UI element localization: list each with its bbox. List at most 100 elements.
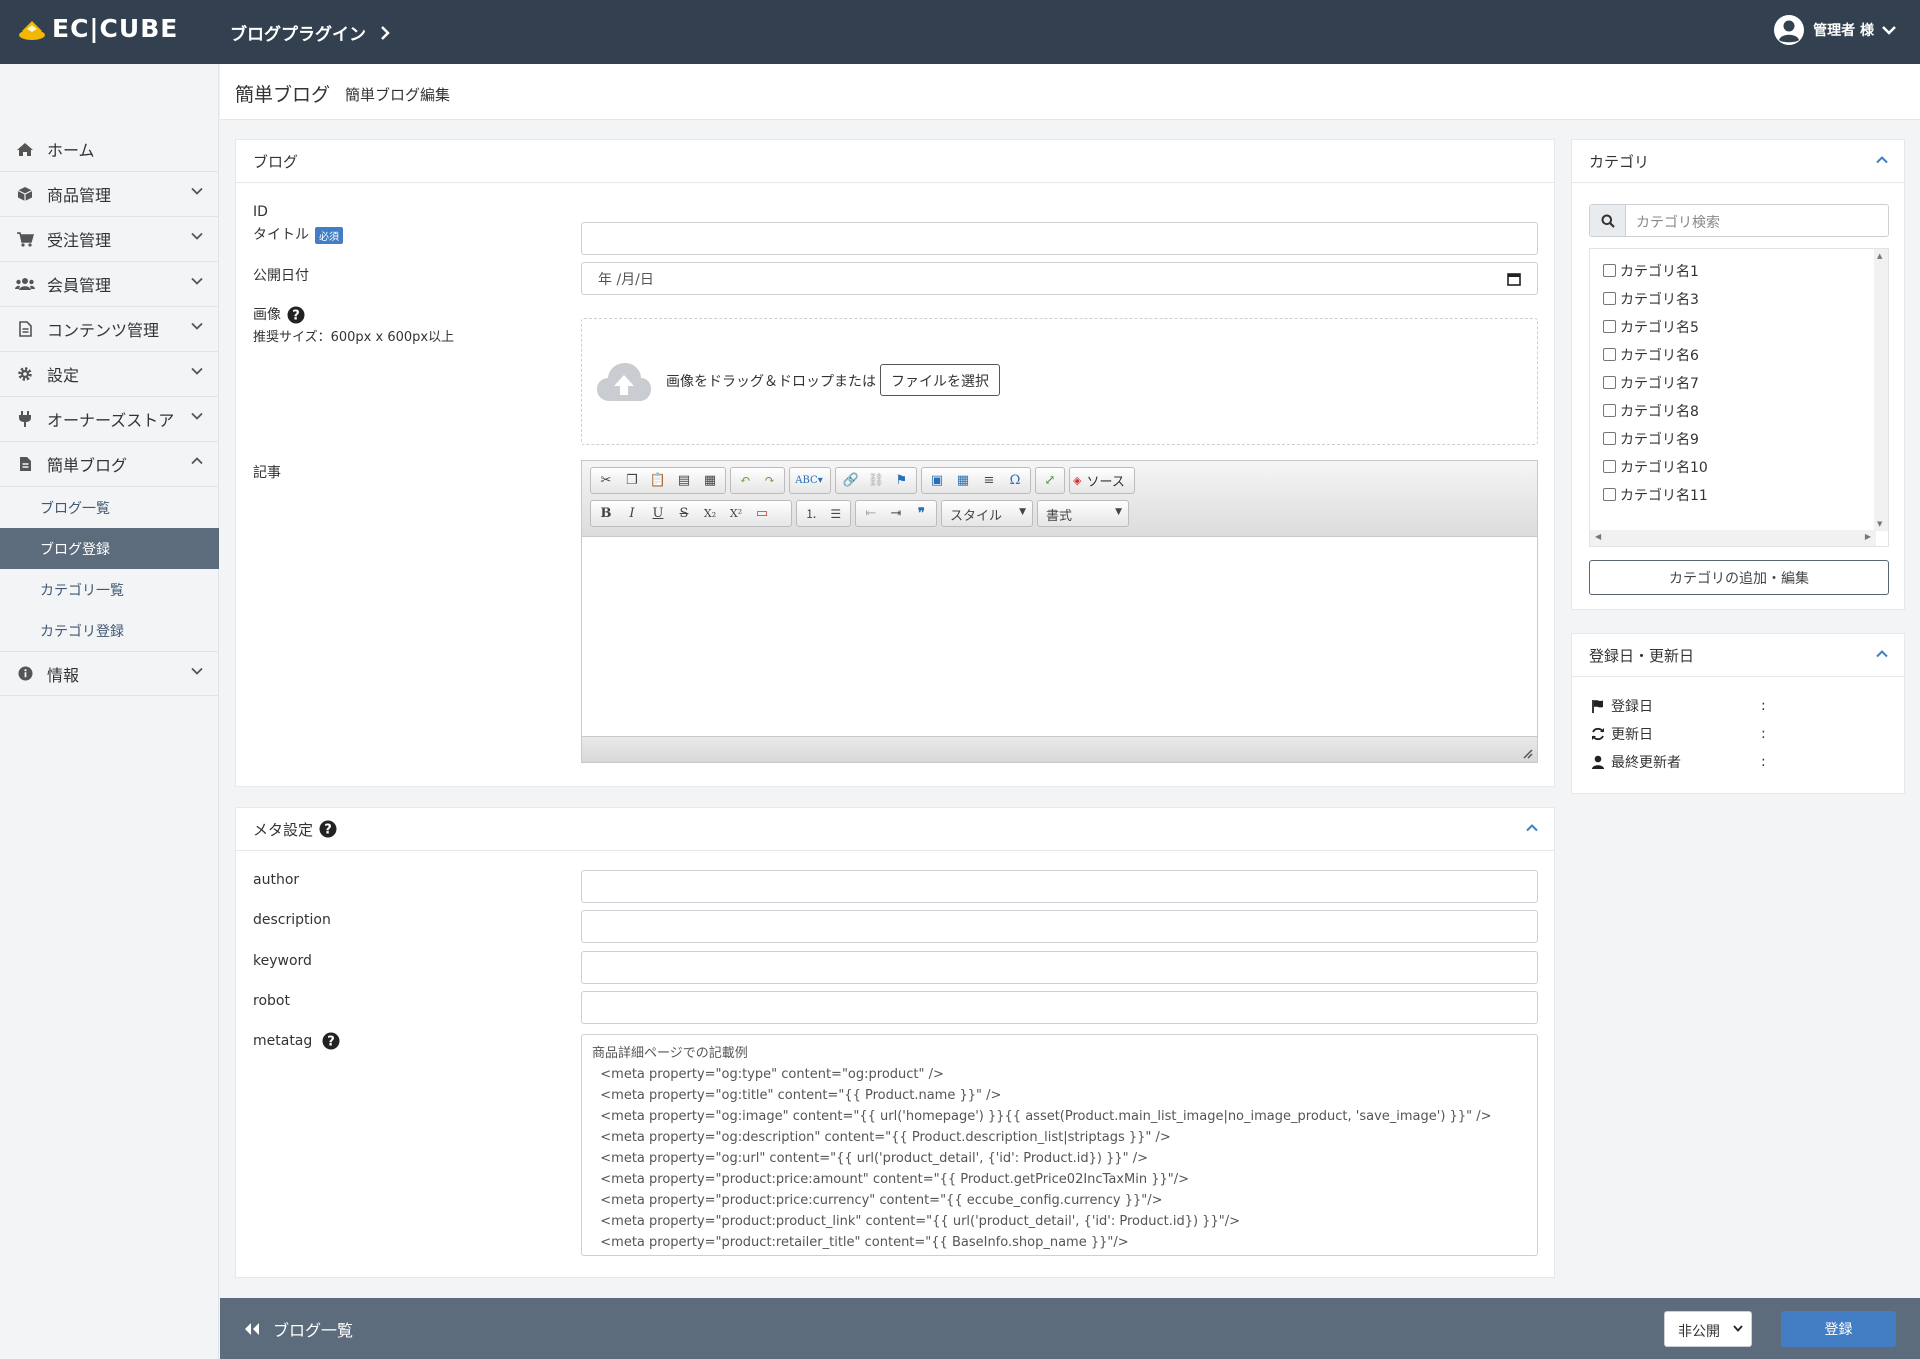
- author-input[interactable]: [581, 870, 1538, 903]
- blockquote-icon[interactable]: ❞: [910, 503, 933, 525]
- required-badge: 必須: [315, 226, 343, 244]
- category-item[interactable]: カテゴリ名7: [1603, 369, 1708, 397]
- calendar-icon[interactable]: [1507, 272, 1521, 286]
- table-icon[interactable]: ▦: [951, 470, 975, 492]
- category-checkbox[interactable]: [1603, 319, 1616, 333]
- scroll-down-icon[interactable]: ▼: [1877, 520, 1882, 528]
- category-checkbox[interactable]: [1603, 459, 1616, 473]
- superscript-icon[interactable]: X²: [724, 503, 748, 525]
- sidebar-subitem-blog-register[interactable]: ブログ登録: [0, 528, 219, 569]
- back-to-blog-list[interactable]: ブログ一覧: [243, 1317, 353, 1341]
- special-char-icon[interactable]: Ω: [1003, 470, 1027, 492]
- category-search-input[interactable]: カテゴリ検索: [1626, 205, 1888, 236]
- dates-card-header[interactable]: 登録日・更新日: [1572, 634, 1904, 677]
- sidebar-subitem-category-list[interactable]: カテゴリ一覧: [0, 569, 219, 610]
- maximize-icon[interactable]: ⤢: [1039, 470, 1061, 492]
- question-icon[interactable]: ?: [322, 1032, 340, 1050]
- category-checkbox[interactable]: [1603, 403, 1616, 417]
- unlink-icon[interactable]: ⛓: [864, 470, 887, 492]
- undo-icon[interactable]: ↶: [734, 470, 757, 492]
- copy-icon[interactable]: ❐: [620, 470, 644, 492]
- question-icon[interactable]: ?: [319, 820, 337, 838]
- image-dropzone[interactable]: 画像をドラッグ＆ドロップまたは ファイルを選択: [581, 318, 1538, 445]
- description-input[interactable]: [581, 910, 1538, 943]
- paste-icon[interactable]: 📋: [646, 470, 670, 492]
- category-checkbox[interactable]: [1603, 375, 1616, 389]
- vertical-scrollbar[interactable]: ▲ ▼: [1874, 249, 1888, 531]
- category-item[interactable]: カテゴリ名10: [1603, 453, 1708, 481]
- chevron-up-icon[interactable]: [1876, 650, 1888, 658]
- outdent-icon[interactable]: ⇤: [859, 503, 882, 525]
- keyword-input[interactable]: [581, 951, 1538, 984]
- sidebar-item-info[interactable]: 情報: [0, 651, 219, 696]
- italic-icon[interactable]: I: [620, 503, 644, 525]
- sidebar-item-orders[interactable]: 受注管理: [0, 217, 219, 262]
- category-edit-button[interactable]: カテゴリの追加・編集: [1589, 560, 1889, 595]
- strikethrough-icon[interactable]: S: [672, 503, 696, 525]
- bold-icon[interactable]: B: [594, 503, 618, 525]
- resize-handle-icon[interactable]: [1523, 749, 1533, 759]
- sidebar-item-products[interactable]: 商品管理: [0, 172, 219, 217]
- category-item[interactable]: カテゴリ名1: [1603, 257, 1708, 285]
- image-insert-icon[interactable]: ▣: [925, 470, 949, 492]
- sidebar-subitem-category-register[interactable]: カテゴリ登録: [0, 610, 219, 651]
- user-menu[interactable]: 管理者 様: [1773, 14, 1896, 46]
- robot-input[interactable]: [581, 991, 1538, 1024]
- sidebar-item-owners-store[interactable]: オーナーズストア: [0, 397, 219, 442]
- category-item[interactable]: カテゴリ名5: [1603, 313, 1708, 341]
- sidebar-item-members[interactable]: 会員管理: [0, 262, 219, 307]
- file-select-button[interactable]: ファイルを選択: [880, 364, 1000, 396]
- category-checkbox[interactable]: [1603, 431, 1616, 445]
- question-icon[interactable]: ?: [287, 306, 305, 324]
- cut-icon[interactable]: ✂: [594, 470, 618, 492]
- style-combo[interactable]: スタイル ▼: [941, 500, 1033, 527]
- category-item[interactable]: カテゴリ名9: [1603, 425, 1708, 453]
- format-combo[interactable]: 書式 ▼: [1037, 500, 1129, 527]
- category-item[interactable]: カテゴリ名8: [1603, 397, 1708, 425]
- sidebar-item-contents[interactable]: コンテンツ管理: [0, 307, 219, 352]
- horizontal-scrollbar[interactable]: ◀ ▶: [1590, 530, 1876, 546]
- anchor-flag-icon[interactable]: ⚑: [890, 470, 913, 492]
- remove-format-icon[interactable]: ▭: [750, 503, 774, 525]
- date-input[interactable]: 年 /月/日: [581, 262, 1538, 295]
- category-checkbox[interactable]: [1603, 263, 1616, 277]
- bulleted-list-icon[interactable]: ☰: [825, 503, 848, 525]
- last-updater-row: 最終更新者 :: [1589, 752, 1766, 772]
- numbered-list-icon[interactable]: ⒈: [800, 503, 823, 525]
- chevron-up-icon[interactable]: [1526, 824, 1538, 832]
- category-checkbox[interactable]: [1603, 487, 1616, 501]
- category-item[interactable]: カテゴリ名11: [1603, 481, 1708, 509]
- horizontal-line-icon[interactable]: ≡: [977, 470, 1001, 492]
- underline-icon[interactable]: U: [646, 503, 670, 525]
- register-button[interactable]: 登録: [1781, 1311, 1896, 1347]
- spellcheck-icon[interactable]: ABC▾: [793, 470, 825, 492]
- link-icon[interactable]: 🔗: [839, 470, 862, 492]
- logo[interactable]: EC|CUBE: [18, 14, 178, 43]
- subscript-icon[interactable]: X₂: [698, 503, 722, 525]
- visibility-select[interactable]: 非公開: [1664, 1311, 1752, 1347]
- sidebar-item-home[interactable]: ホーム: [0, 127, 219, 172]
- category-card-header[interactable]: カテゴリ: [1572, 140, 1904, 183]
- scroll-up-icon[interactable]: ▲: [1877, 252, 1882, 260]
- chevron-down-icon: [1882, 25, 1896, 35]
- chevron-up-icon[interactable]: [1876, 156, 1888, 164]
- paste-text-icon[interactable]: ▤: [672, 470, 696, 492]
- sidebar-subitem-blog-list[interactable]: ブログ一覧: [0, 487, 219, 528]
- redo-icon[interactable]: ↷: [759, 470, 782, 492]
- title-input[interactable]: [581, 222, 1538, 255]
- plugin-breadcrumb[interactable]: ブログプラグイン: [230, 20, 390, 45]
- paste-word-icon[interactable]: ▦: [698, 470, 722, 492]
- metatag-textarea[interactable]: 商品詳細ページでの記載例 <meta property="og:type" co…: [581, 1034, 1538, 1256]
- indent-icon[interactable]: ⇥: [884, 503, 907, 525]
- scroll-right-icon[interactable]: ▶: [1865, 532, 1871, 541]
- scroll-left-icon[interactable]: ◀: [1595, 532, 1601, 541]
- sidebar-item-simple-blog[interactable]: 簡単ブログ: [0, 442, 219, 487]
- editor-content-area[interactable]: [582, 537, 1537, 737]
- category-checkbox[interactable]: [1603, 291, 1616, 305]
- meta-card-header[interactable]: メタ設定 ?: [236, 808, 1554, 851]
- category-checkbox[interactable]: [1603, 347, 1616, 361]
- category-item[interactable]: カテゴリ名6: [1603, 341, 1708, 369]
- source-button[interactable]: ◈ ソース: [1069, 467, 1135, 494]
- sidebar-item-settings[interactable]: 設定: [0, 352, 219, 397]
- category-item[interactable]: カテゴリ名3: [1603, 285, 1708, 313]
